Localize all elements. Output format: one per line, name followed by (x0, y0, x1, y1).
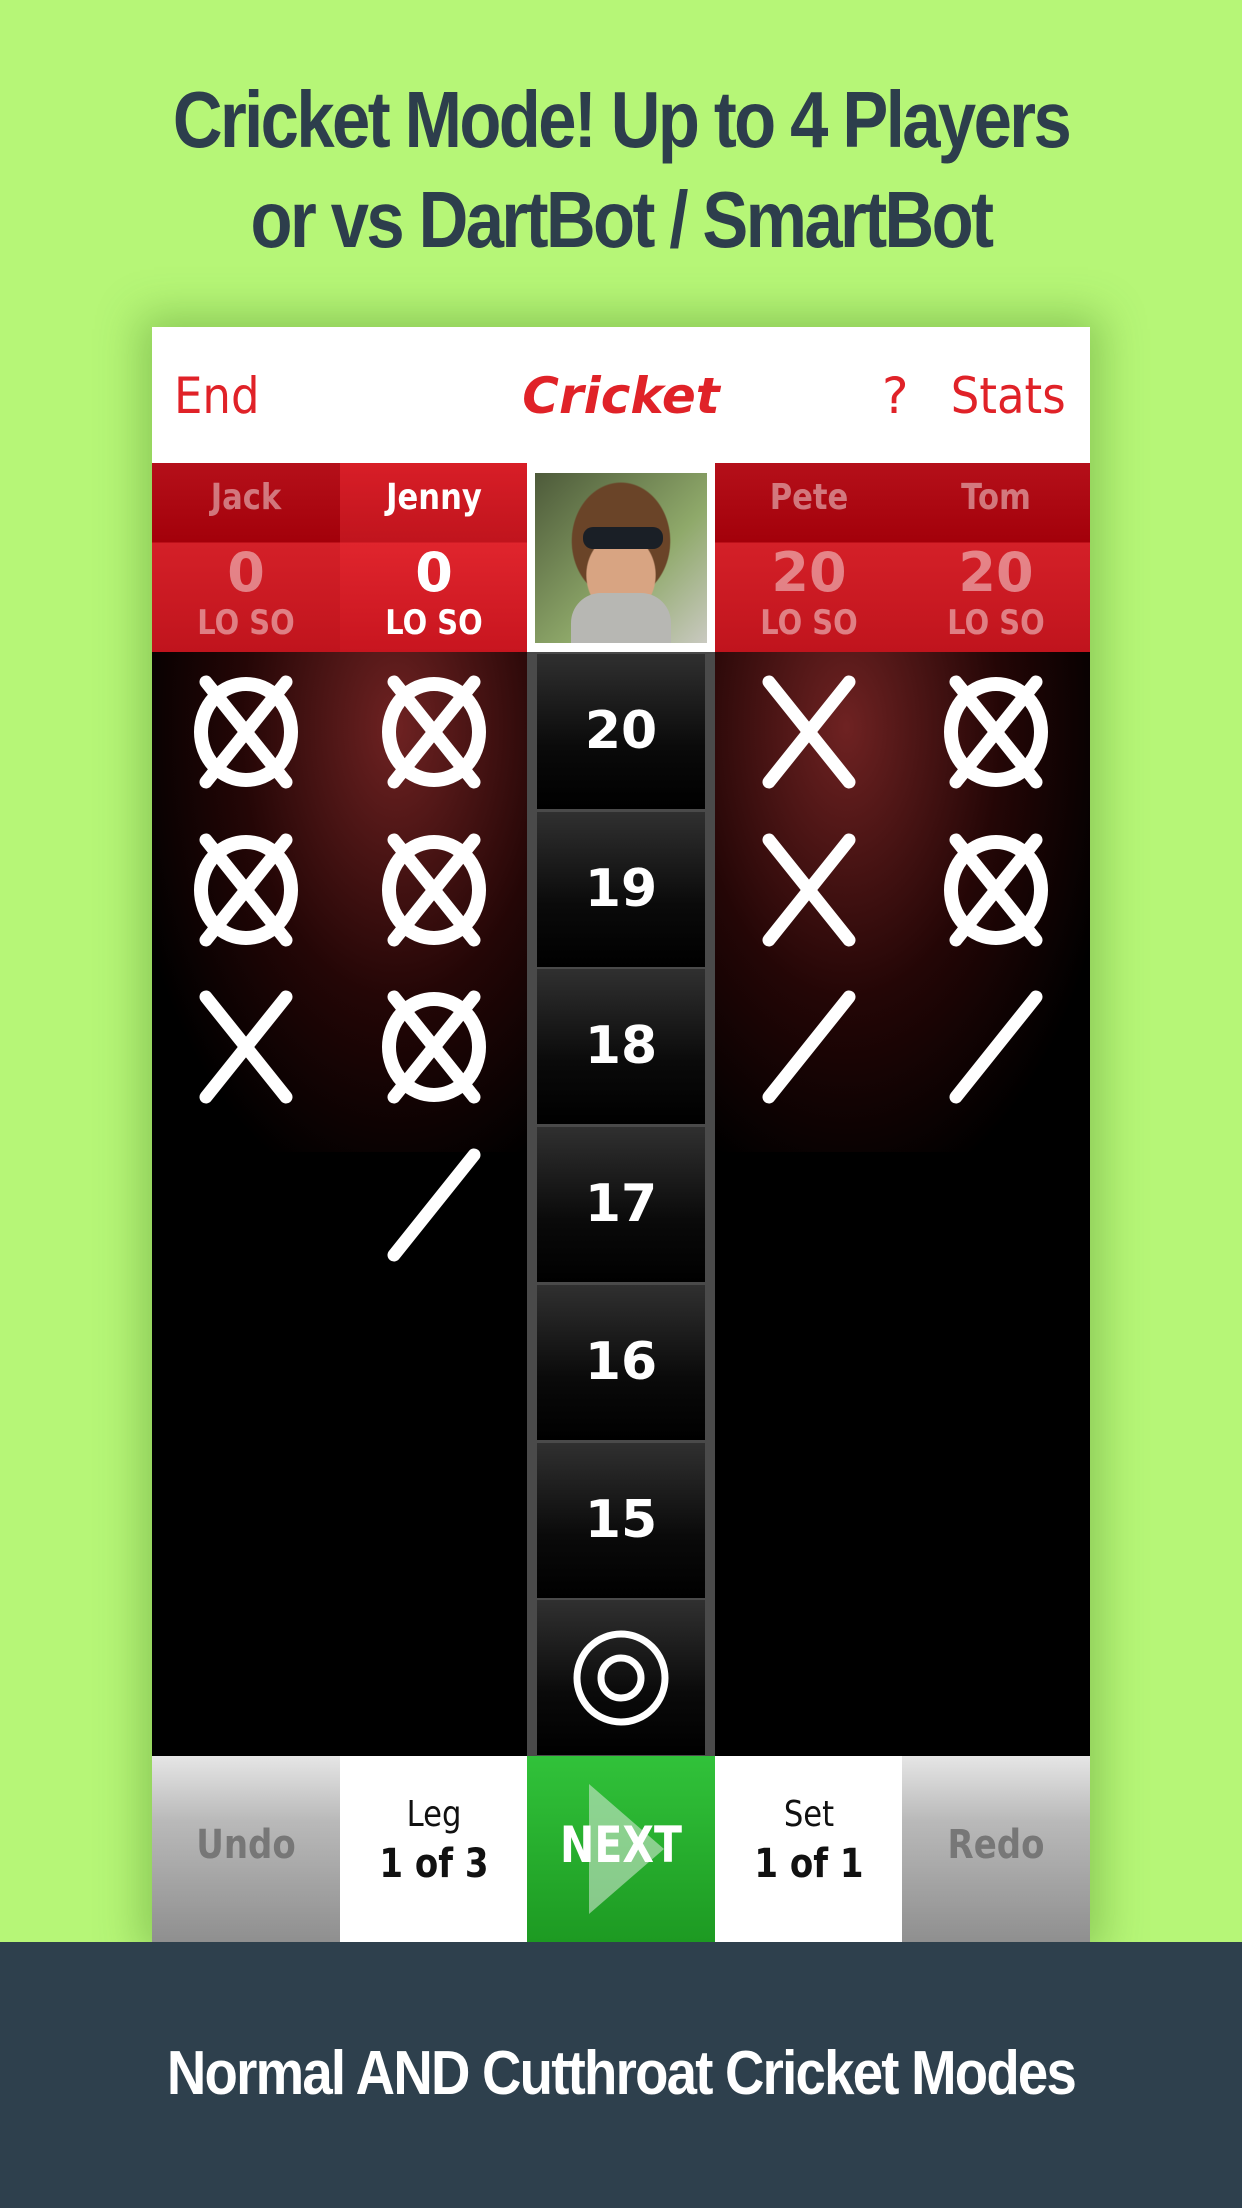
player-stats: LO SO (197, 603, 295, 643)
player-score: 20 (771, 541, 847, 604)
promo-headline: Cricket Mode! Up to 4 Players or vs Dart… (87, 70, 1155, 270)
single-mark-icon (340, 1125, 528, 1284)
target-16[interactable]: 16 (537, 1284, 705, 1440)
leg-value: 1 of 3 (379, 1841, 489, 1887)
single-mark-icon (715, 967, 903, 1126)
player-score: 20 (958, 541, 1034, 604)
player-score: 0 (415, 541, 453, 604)
stats-button[interactable]: Stats (951, 367, 1066, 425)
redo-label: Redo (947, 1822, 1045, 1868)
closed-mark-icon (902, 652, 1090, 811)
player-pete[interactable]: Pete 20 LO SO (715, 463, 903, 652)
player-jack[interactable]: Jack 0 LO SO (152, 463, 340, 652)
set-indicator: Set 1 of 1 (715, 1756, 903, 1942)
player-name: Jenny (386, 477, 482, 518)
player-name: Pete (769, 477, 849, 518)
set-value: 1 of 1 (754, 1841, 864, 1887)
bullseye-icon (573, 1630, 669, 1726)
closed-mark-icon (902, 810, 1090, 969)
player-name: Tom (961, 477, 1031, 518)
single-mark-icon (902, 967, 1090, 1126)
app-screen: End Cricket ? Stats Jack 0 LO SO Jenny 0… (152, 327, 1090, 1942)
bottom-bar: Undo Leg 1 of 3 NEXT Set 1 of 1 Redo (152, 1756, 1090, 1942)
help-button[interactable]: ? (882, 367, 909, 425)
current-player-photo-frame (527, 463, 715, 652)
promo-headline-line2: or vs DartBot / SmartBot (250, 175, 994, 264)
player-stats: LO SO (385, 603, 483, 643)
undo-label: Undo (196, 1822, 296, 1868)
double-mark-icon (152, 967, 340, 1126)
top-bar: End Cricket ? Stats (152, 327, 1090, 463)
closed-mark-icon (340, 967, 528, 1126)
photo-detail (583, 527, 663, 549)
double-mark-icon (715, 810, 903, 969)
set-label: Set (783, 1794, 835, 1835)
player-name: Jack (210, 477, 282, 518)
game-title: Cricket (522, 367, 720, 425)
target-17[interactable]: 17 (537, 1127, 705, 1283)
target-column: 20 19 18 17 16 15 (527, 652, 715, 1756)
player-score: 0 (227, 541, 265, 604)
promo-footer-text: Normal AND Cutthroat Cricket Modes (166, 2039, 1077, 2108)
leg-label: Leg (406, 1794, 462, 1835)
redo-button[interactable]: Redo (902, 1756, 1090, 1942)
closed-mark-icon (340, 652, 528, 811)
current-player-photo (535, 473, 707, 643)
player-jenny[interactable]: Jenny 0 LO SO (340, 463, 528, 652)
player-tom[interactable]: Tom 20 LO SO (902, 463, 1090, 652)
closed-mark-icon (152, 810, 340, 969)
leg-indicator: Leg 1 of 3 (340, 1756, 528, 1942)
target-15[interactable]: 15 (537, 1442, 705, 1598)
player-header: Jack 0 LO SO Jenny 0 LO SO Pete 20 LO SO… (152, 463, 1090, 652)
closed-mark-icon (340, 810, 528, 969)
double-mark-icon (715, 652, 903, 811)
target-bull[interactable] (537, 1600, 705, 1756)
player-stats: LO SO (947, 603, 1045, 643)
scoreboard-grid: 20 19 18 17 16 15 (152, 652, 1090, 1756)
target-18[interactable]: 18 (537, 969, 705, 1125)
player-stats: LO SO (760, 603, 858, 643)
undo-button[interactable]: Undo (152, 1756, 340, 1942)
next-label: NEXT (560, 1816, 682, 1874)
closed-mark-icon (152, 652, 340, 811)
promo-footer-banner: Normal AND Cutthroat Cricket Modes (0, 1942, 1242, 2208)
next-button[interactable]: NEXT (527, 1756, 715, 1942)
promo-headline-line1: Cricket Mode! Up to 4 Players (172, 75, 1072, 164)
target-19[interactable]: 19 (537, 811, 705, 967)
target-20[interactable]: 20 (537, 654, 705, 809)
photo-detail (571, 593, 671, 643)
